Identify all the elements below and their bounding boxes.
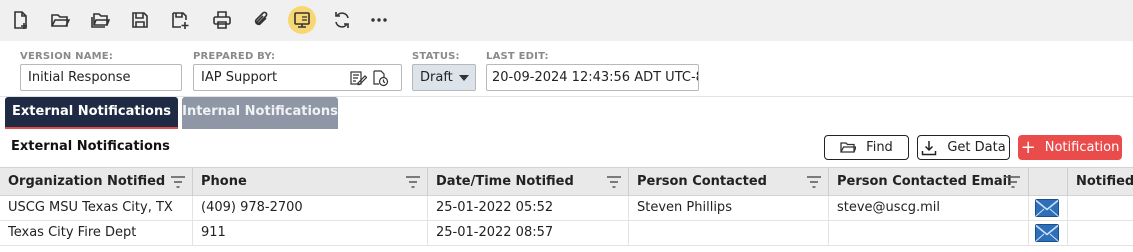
find-button[interactable]: Find (824, 135, 909, 160)
column-person-contacted-email[interactable]: Person Contacted Email (829, 168, 1029, 196)
column-email-action (1029, 168, 1068, 196)
envelope-icon[interactable] (1035, 223, 1059, 243)
add-notification-button[interactable]: + Notification (1018, 135, 1122, 160)
envelope-icon[interactable] (1035, 198, 1059, 218)
column-label: Person Contacted Email (837, 174, 1012, 189)
column-label: Date/Time Notified (436, 174, 574, 189)
column-organization-notified[interactable]: Organization Notified (0, 168, 193, 196)
find-label: Find (866, 140, 893, 155)
ellipsis-icon[interactable] (365, 6, 393, 34)
cell-email (829, 221, 1029, 245)
prepared-by-label: PREPARED BY: (193, 51, 276, 62)
version-name-field[interactable]: Initial Response (20, 64, 182, 91)
cell-phone: (409) 978-2700 (193, 196, 428, 220)
column-date-time-notified[interactable]: Date/Time Notified (428, 168, 629, 196)
section-title: External Notifications (11, 139, 170, 154)
cell-organization: Texas City Fire Dept (0, 221, 193, 245)
get-data-label: Get Data (947, 140, 1006, 155)
prepared-by-value: IAP Support (201, 70, 278, 85)
status-label: STATUS: (412, 51, 460, 62)
toolbar (0, 0, 1133, 41)
column-phone[interactable]: Phone (193, 168, 428, 196)
cell-organization: USCG MSU Texas City, TX (0, 196, 193, 220)
new-file-icon[interactable] (6, 6, 34, 34)
status-value: Draft (420, 70, 453, 85)
folder-open-icon[interactable] (46, 6, 74, 34)
last-edit-label: LAST EDIT: (486, 51, 549, 62)
folders-icon[interactable] (86, 6, 114, 34)
column-label: Phone (201, 174, 247, 189)
tab-external-notifications[interactable]: External Notifications (5, 97, 178, 129)
column-label: Notified (1076, 174, 1133, 189)
table-row[interactable]: Texas City Fire Dept 911 25-01-2022 08:5… (0, 221, 1133, 246)
table-row[interactable]: USCG MSU Texas City, TX (409) 978-2700 2… (0, 196, 1133, 221)
cell-person (629, 221, 829, 245)
filter-icon[interactable] (171, 176, 185, 188)
paperclip-icon[interactable] (247, 6, 275, 34)
monitor-icon[interactable] (288, 6, 316, 34)
chevron-down-icon (459, 75, 469, 81)
column-person-contacted[interactable]: Person Contacted (629, 168, 829, 196)
filter-icon[interactable] (607, 176, 621, 188)
cell-phone: 911 (193, 221, 428, 245)
column-label: Organization Notified (8, 174, 166, 189)
printer-icon[interactable] (208, 6, 236, 34)
folder-open-icon (840, 141, 857, 153)
save-plus-icon[interactable] (166, 6, 194, 34)
cell-email-action (1029, 221, 1068, 245)
table-header: Organization Notified Phone Date/Time No… (0, 167, 1133, 196)
refresh-icon[interactable] (328, 6, 356, 34)
column-notified[interactable]: Notified (1068, 168, 1133, 196)
last-edit-field: 20-09-2024 12:43:56 ADT UTC-8 (486, 64, 699, 91)
cell-datetime: 25-01-2022 08:57 (428, 221, 629, 245)
cell-person: Steven Phillips (629, 196, 829, 220)
get-data-button[interactable]: Get Data (917, 135, 1010, 160)
cell-notified (1068, 196, 1133, 220)
cell-datetime: 25-01-2022 05:52 (428, 196, 629, 220)
status-select[interactable]: Draft (412, 64, 476, 91)
save-icon[interactable] (126, 6, 154, 34)
download-icon (922, 140, 937, 155)
plus-icon: + (1020, 137, 1036, 158)
notification-label: Notification (1044, 140, 1120, 155)
filter-icon[interactable] (807, 176, 821, 188)
cell-notified (1068, 221, 1133, 245)
edit-document-icon[interactable] (349, 69, 367, 87)
version-name-label: VERSION NAME: (20, 51, 114, 62)
filter-icon[interactable] (406, 176, 420, 188)
document-history-icon[interactable] (371, 69, 389, 87)
prepared-by-field[interactable]: IAP Support (193, 64, 402, 91)
cell-email-action (1029, 196, 1068, 220)
column-label: Person Contacted (637, 174, 767, 189)
tab-internal-notifications[interactable]: Internal Notifications (182, 97, 338, 129)
cell-email: steve@uscg.mil (829, 196, 1029, 220)
filter-icon[interactable] (1006, 176, 1020, 188)
